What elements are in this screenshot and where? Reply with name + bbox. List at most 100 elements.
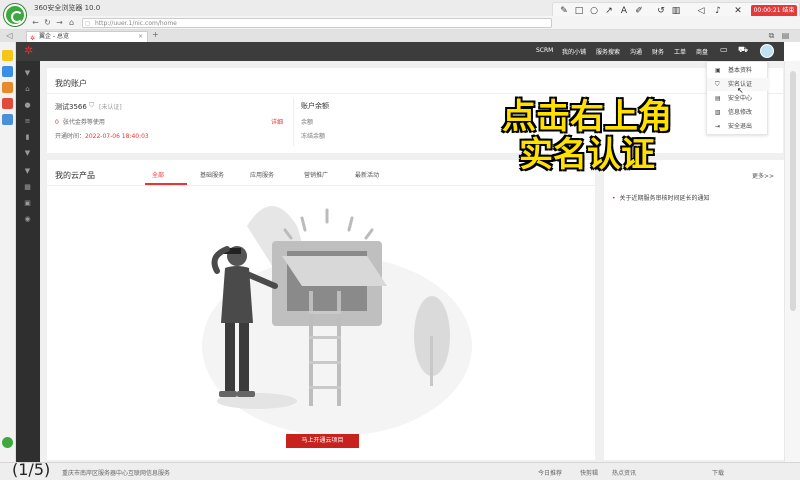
caption-line-2: 实名认证 <box>518 135 656 175</box>
menu-item-label: 基本资料 <box>728 67 753 74</box>
collapse-arrow-icon[interactable]: ▼ <box>23 167 32 175</box>
tab-all[interactable]: 全部 <box>152 170 164 179</box>
sidebar-app-icon[interactable] <box>2 66 13 77</box>
tab-list-icon[interactable]: ◁ <box>4 30 15 41</box>
cart-icon[interactable]: ⛟ <box>738 45 748 55</box>
rectangle-icon[interactable]: □ <box>574 6 584 16</box>
menu-item-edit-info[interactable]: ▧ 信息修改 <box>707 106 769 119</box>
tab-app-services[interactable]: 应用服务 <box>250 170 274 179</box>
browser-title: 360安全浏览器 10.0 <box>34 4 101 12</box>
console-sidebar: ▼ ⌂ ● ≡ ▮ ▼ ▼ ▦ ▣ ◉ <box>16 61 40 462</box>
nav-communication[interactable]: 沟通 <box>630 47 642 56</box>
tab-marketing[interactable]: 营销推广 <box>304 170 328 179</box>
divider <box>293 98 294 146</box>
tab-close-icon[interactable]: × <box>138 32 143 42</box>
collapse-arrow-icon[interactable]: ▼ <box>23 69 32 77</box>
menu-item-label: 信息修改 <box>728 109 753 116</box>
verify-status-badge[interactable]: [未认证] <box>99 102 122 111</box>
bullet-icon: • <box>612 195 616 202</box>
close-icon[interactable]: ✕ <box>733 6 743 16</box>
lock-icon[interactable]: ▣ <box>23 199 32 207</box>
news-item-text: 关于近期服务审核时间延长的通知 <box>619 195 710 202</box>
products-title: 我的云产品 <box>55 171 95 180</box>
text-icon[interactable]: A <box>619 6 629 16</box>
microphone-icon[interactable]: ♪ <box>713 6 723 16</box>
trash-icon[interactable]: ▥ <box>671 6 681 16</box>
empty-state-illustration <box>202 206 472 436</box>
tab-menu-icon[interactable]: ▤ <box>780 30 791 41</box>
status-text: 重庆市南岸区服务器中心互联网信息服务 <box>62 470 171 477</box>
nav-scrm[interactable]: SCRM <box>536 47 553 54</box>
user-icon[interactable]: ● <box>23 101 32 109</box>
status-hot-news[interactable]: 热点资讯 <box>612 468 636 477</box>
balance-title: 账户余额 <box>301 102 329 110</box>
notes-icon[interactable] <box>2 114 13 125</box>
news-more-link[interactable]: 更多>> <box>752 171 774 180</box>
details-link[interactable]: 详细 <box>271 117 283 126</box>
undo-icon[interactable]: ↺ <box>656 6 666 16</box>
tab-overview[interactable]: ✲ 翼企 - 总览 × <box>26 31 148 42</box>
site-logo-icon[interactable]: ✲ <box>24 45 38 57</box>
server-icon[interactable]: ▦ <box>23 183 32 191</box>
home-icon[interactable]: ⌂ <box>66 17 77 28</box>
favorites-star-icon[interactable] <box>2 50 13 61</box>
expand-arrow-icon[interactable]: ▼ <box>23 149 32 157</box>
status-download[interactable]: 下载 <box>712 468 724 477</box>
list-icon[interactable]: ≡ <box>23 117 32 125</box>
home-icon[interactable]: ⌂ <box>23 85 32 93</box>
nav-my-shop[interactable]: 我的小铺 <box>562 47 586 56</box>
new-tab-button[interactable]: + <box>152 30 159 39</box>
tab-latest-events[interactable]: 最新活动 <box>355 170 379 179</box>
scrollbar-thumb[interactable] <box>790 71 796 311</box>
message-icon[interactable]: ▭ <box>720 45 728 54</box>
status-recommend[interactable]: 今日推荐 <box>538 468 562 477</box>
nav-service-search[interactable]: 服务搜索 <box>596 47 620 56</box>
menu-item-logout[interactable]: ⇥ 安全退出 <box>707 120 769 133</box>
caption-line-1: 点击右上角 <box>501 97 673 137</box>
site-header: ✲ SCRM 我的小铺 服务搜索 沟通 财务 工单 商盘 ▭ ⛟ <box>16 42 784 61</box>
voucher-count: 0 <box>55 119 59 126</box>
username: 测试3566 <box>55 103 87 111</box>
arrow-icon[interactable]: ↗ <box>604 6 614 16</box>
refresh-icon[interactable]: ↻ <box>42 17 53 28</box>
marker-icon[interactable]: ✐ <box>634 6 644 16</box>
back-icon[interactable]: ← <box>30 17 41 28</box>
speaker-icon[interactable]: ◁ <box>696 6 706 16</box>
lock-icon: ▤ <box>715 95 721 102</box>
security-shield-icon[interactable] <box>2 437 13 448</box>
url-text: http://uuer.1/nic.com/home <box>95 20 177 27</box>
page-scrollbar[interactable] <box>784 61 800 462</box>
browser-logo-icon[interactable] <box>4 4 26 26</box>
news-item[interactable]: • 关于近期服务审核时间延长的通知 <box>612 193 710 202</box>
menu-item-basic-info[interactable]: ▣ 基本资料 <box>707 64 769 77</box>
mouse-cursor-icon: ↖ <box>737 86 744 95</box>
chart-icon[interactable]: ▮ <box>23 133 32 141</box>
logout-icon: ⇥ <box>715 123 721 130</box>
voucher-row: 0 张代金券等使用 <box>55 117 105 126</box>
pen-icon[interactable]: ✎ <box>559 6 569 16</box>
nav-tickets[interactable]: 工单 <box>674 47 686 56</box>
browser-sidebar <box>0 42 16 462</box>
nav-finance[interactable]: 财务 <box>652 47 664 56</box>
user-avatar[interactable] <box>760 44 774 58</box>
sidebar-game-icon[interactable] <box>2 98 13 109</box>
status-quick-edit[interactable]: 快剪辑 <box>580 468 598 477</box>
menu-item-label: 安全中心 <box>728 95 753 102</box>
frozen-balance-label: 冻结余额 <box>301 133 326 140</box>
forward-icon[interactable]: → <box>54 17 65 28</box>
weibo-icon[interactable] <box>2 82 13 93</box>
bag-icon[interactable]: ◉ <box>23 215 32 223</box>
circle-icon[interactable]: ○ <box>589 6 599 16</box>
news-card: 更多>> • 关于近期服务审核时间延长的通知 <box>604 160 784 460</box>
account-dropdown-menu: ▣ 基本资料 ⛉ 实名认证 ▤ 安全中心 ▧ 信息修改 ⇥ 安全退出 <box>706 61 769 135</box>
tab-bar: ◁ ✲ 翼企 - 总览 × + ⧉ ▤ <box>0 30 800 42</box>
edit-icon: ▧ <box>715 109 721 116</box>
cloud-products-card: 我的云产品 全部 基础服务 应用服务 营销推广 最新活动 马上开通云项目 <box>47 160 595 460</box>
restore-tab-icon[interactable]: ⧉ <box>766 30 777 41</box>
url-input[interactable]: ◻ http://uuer.1/nic.com/home <box>82 18 552 28</box>
open-cloud-project-button[interactable]: 马上开通云项目 <box>286 434 359 448</box>
tab-basic-services[interactable]: 基础服务 <box>200 170 224 179</box>
nav-market[interactable]: 商盘 <box>696 47 708 56</box>
voucher-text: 张代金券等使用 <box>62 119 105 126</box>
open-time-row: 开通时间：2022-07-06 18:40:03 <box>55 131 149 140</box>
